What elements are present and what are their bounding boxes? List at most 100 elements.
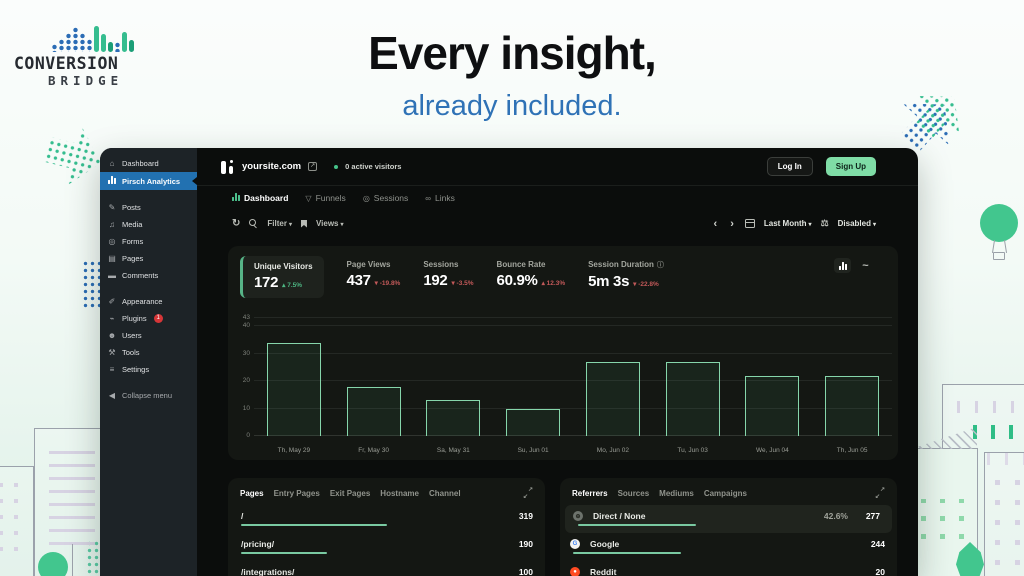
plugins-icon: ⌁ [107,314,117,323]
sidebar-item-forms[interactable]: ◎Forms [100,233,197,250]
row-value: 319 [519,511,533,521]
decor-dots-left [82,260,100,308]
decor-dots-arrow-left [39,118,109,194]
chart-bar[interactable] [347,387,401,436]
line-chart-toggle-icon[interactable]: ~ [857,258,874,273]
expand-icon[interactable] [875,488,885,498]
pages-panel-rows: /319/pricing/190/integrations/100 [228,505,545,576]
dashboard-nav-tabs: Dashboard ▽Funnels ◎ Sessions ∞ Links [197,186,918,210]
sidebar-item-label: Tools [122,348,140,357]
tab-links[interactable]: ∞ Links [425,193,455,203]
tab-referrers[interactable]: Referrers [572,489,608,498]
analytics-dashboard-window: ⌂DashboardPirsch Analytics✎Posts♫Media◎F… [100,148,918,576]
stat-bounce-rate[interactable]: Bounce Rate60.9%▴ 12.3% [497,256,566,289]
stat-value: 172 [254,274,278,291]
sidebar-item-dashboard[interactable]: ⌂Dashboard [100,155,197,172]
table-row-direct-none[interactable]: ⊕Direct / None42.6%277 [565,505,892,533]
chart-bar[interactable] [586,362,640,436]
login-button[interactable]: Log In [767,157,813,176]
info-icon[interactable]: ⓘ [657,262,664,269]
calendar-icon[interactable] [745,219,755,228]
referrers-panel: Referrers Sources Mediums Campaigns ⊕ Direct… [560,478,897,576]
stat-value-row: 5m 3s▾ -22.8% [588,273,664,290]
stat-session-duration[interactable]: Session Durationⓘ5m 3s▾ -22.8% [588,256,664,290]
period-dropdown[interactable]: Last Month▾ [764,219,812,228]
previous-period-chevron[interactable]: ‹ [712,218,720,230]
chart-type-toggles: ~ [834,258,874,273]
sidebar-item-label: Users [122,331,142,340]
tab-sessions[interactable]: ◎ Sessions [363,193,408,203]
table-row-[interactable]: /319 [228,505,545,533]
table-row-pricing[interactable]: /pricing/190 [228,533,545,561]
tab-channel[interactable]: Channel [429,489,461,498]
tab-label: Sessions [374,193,409,203]
chart-bar[interactable] [506,409,560,436]
pages-panel-tabs: Pages Entry Pages Exit Pages Hostname Channe… [228,478,545,505]
bookmark-icon[interactable] [301,220,307,228]
chart-bar[interactable] [825,376,879,436]
sidebar-item-collapse-menu[interactable]: ◀Collapse menu [100,387,197,404]
stat-value-row: 172 ▴ 7.5% [254,274,313,291]
row-label: Direct / None [593,511,645,521]
row-value: 190 [519,539,533,549]
sidebar-item-comments[interactable]: ▬Comments [100,267,197,284]
globe-icon: ⊕ [573,511,583,521]
sidebar-item-posts[interactable]: ✎Posts [100,199,197,216]
city-building-illustration [0,466,34,576]
sidebar-item-label: Pages [122,254,143,263]
filter-dropdown[interactable]: Filter▾ [267,219,292,228]
x-axis-label: Tu, Jun 03 [653,447,733,454]
tab-pages[interactable]: Pages [240,489,264,498]
next-period-chevron[interactable]: › [728,218,736,230]
dashboard-toolbar: ↻ Filter▾ Views▾ ‹ › Last Month▾ ⚖ Disab… [197,210,918,237]
row-value: 20 [876,567,885,576]
tab-exit-pages[interactable]: Exit Pages [330,489,370,498]
stat-sessions[interactable]: Sessions192▾ -3.5% [423,256,473,289]
chart-bar[interactable] [426,400,480,436]
sidebar-item-pirsch-analytics[interactable]: Pirsch Analytics [100,172,197,190]
sidebar-item-settings[interactable]: ≡Settings [100,361,197,378]
stat-value-row: 192▾ -3.5% [423,272,473,289]
refresh-icon[interactable]: ↻ [232,218,240,229]
sidebar-item-plugins[interactable]: ⌁Plugins1 [100,310,197,327]
active-visitors-label: 0 active visitors [345,162,401,171]
views-dropdown[interactable]: Views▾ [316,219,344,228]
tab-campaigns[interactable]: Campaigns [704,489,747,498]
external-link-icon[interactable]: ↗ [308,162,317,171]
sessions-icon: ◎ [363,194,370,203]
link-icon: ∞ [425,194,431,203]
tab-mediums[interactable]: Mediums [659,489,694,498]
chart-bar-slot [812,318,892,436]
chart-bar[interactable] [666,362,720,436]
tab-label: Links [435,193,455,203]
stat-unique-visitors[interactable]: Unique Visitors172▴ 7.5% [240,256,324,298]
sidebar-item-appearance[interactable]: ✐Appearance [100,293,197,310]
tab-funnels[interactable]: ▽Funnels [305,193,345,203]
sidebar-item-pages[interactable]: ▤Pages [100,250,197,267]
signup-button[interactable]: Sign Up [826,157,876,176]
tab-entry-pages[interactable]: Entry Pages [274,489,320,498]
table-row-google[interactable]: GGoogle244 [560,533,897,561]
expand-icon[interactable] [523,488,533,498]
tab-sources[interactable]: Sources [618,489,650,498]
bar-chart-toggle-icon[interactable] [834,258,851,273]
sidebar-item-media[interactable]: ♫Media [100,216,197,233]
tab-hostname[interactable]: Hostname [380,489,419,498]
stat-delta: ▴ 7.5% [282,281,302,289]
comparison-dropdown[interactable]: Disabled▾ [838,219,876,228]
stat-delta: ▾ -19.8% [375,279,401,287]
x-axis-label: Fr, May 30 [334,447,414,454]
chart-bar[interactable] [745,376,799,436]
comparison-scale-icon[interactable]: ⚖ [821,218,829,229]
tab-dashboard[interactable]: Dashboard [232,193,288,203]
table-row-reddit[interactable]: ●Reddit20 [560,561,897,576]
search-icon[interactable] [249,219,258,228]
site-name[interactable]: yoursite.com [242,161,301,172]
stat-page-views[interactable]: Page Views437▾ -19.8% [347,256,401,289]
stat-delta: ▾ -22.8% [633,280,659,288]
row-value: 100 [519,567,533,576]
sidebar-item-tools[interactable]: ⚒Tools [100,344,197,361]
sidebar-item-users[interactable]: ☻Users [100,327,197,344]
chart-bar[interactable] [267,343,321,436]
table-row-integrations[interactable]: /integrations/100 [228,561,545,576]
